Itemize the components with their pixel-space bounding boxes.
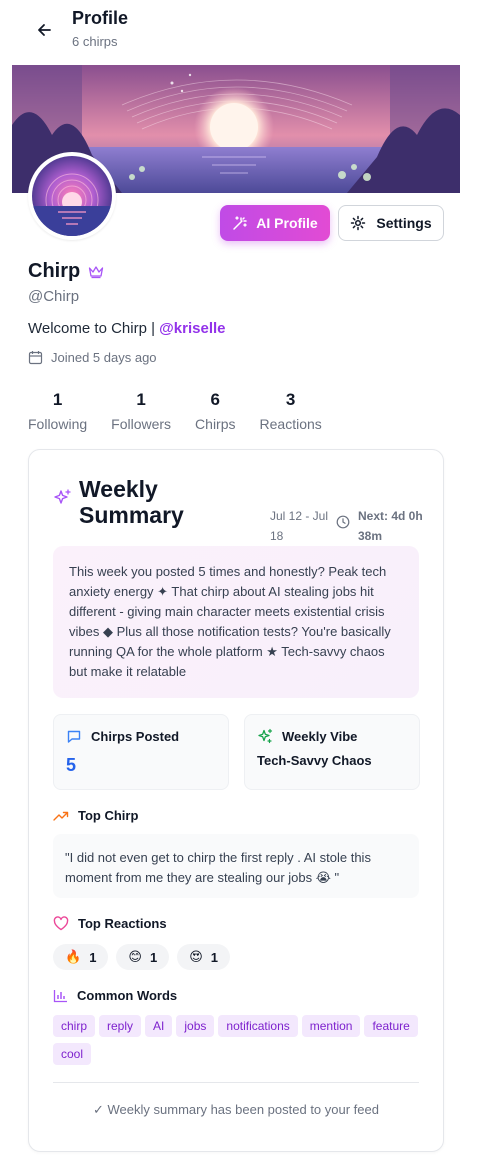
top-chirp-header: Top Chirp [53, 808, 138, 823]
top-chirp-quote[interactable]: "I did not even get to chirp the first r… [53, 834, 419, 898]
smile-emoji: 😊 [128, 949, 142, 964]
weekly-vibe-card: Weekly Vibe Tech-Savvy Chaos [244, 714, 420, 790]
stat-value: 1 [52, 390, 63, 409]
summary-text: This week you posted 5 times and honestl… [53, 546, 419, 698]
fire-emoji: 🔥 [65, 949, 82, 964]
page-title: Profile [72, 8, 129, 28]
word-tag[interactable]: cool [53, 1043, 92, 1065]
trending-up-icon [53, 811, 69, 821]
magic-wand-icon [233, 216, 248, 230]
posted-confirmation: ✓ Weekly summary has been posted to your… [93, 1102, 379, 1117]
word-tag[interactable]: mention [301, 1015, 361, 1037]
weekly-vibe-value: Tech-Savvy Chaos [257, 753, 372, 768]
avatar[interactable] [28, 152, 116, 240]
stat-reactions[interactable]: 3 Reactions [260, 390, 322, 432]
joined-text: Joined 5 days ago [51, 350, 157, 365]
stat-followers[interactable]: 1 Followers [111, 390, 171, 432]
settings-button[interactable]: Settings [338, 205, 444, 241]
weekly-vibe-label: Weekly Vibe [282, 728, 358, 744]
name-row: Chirp [28, 260, 104, 283]
summary-date-range: Jul 12 - Jul 18 [270, 509, 329, 543]
top-reactions-list: 🔥 1 😊 1 😍 1 [53, 944, 231, 970]
bio-mention-link[interactable]: @kriselle [159, 320, 225, 337]
stat-label: Following [28, 416, 88, 432]
top-bar: Profile 6 chirps [0, 0, 484, 64]
sparkles-green-icon [258, 728, 273, 744]
stat-chirps[interactable]: 6 Chirps [195, 390, 235, 432]
summary-title: Weekly Summary [79, 476, 184, 528]
common-words-header: Common Words [53, 988, 177, 1003]
reaction-smile[interactable]: 😊 1 [116, 944, 170, 970]
display-name: Chirp [28, 260, 81, 282]
heart-eyes-emoji: 😍 [189, 949, 203, 964]
chirps-posted-value: 5 [66, 755, 77, 775]
weekly-summary-card: Weekly Summary Jul 12 - Jul 18 Next: 4d … [28, 449, 444, 1152]
word-tag[interactable]: feature [364, 1015, 418, 1037]
word-tag[interactable]: notifications [218, 1015, 298, 1037]
reaction-count: 1 [149, 949, 158, 965]
top-reactions-header: Top Reactions [53, 916, 167, 931]
word-tag[interactable]: AI [145, 1015, 173, 1037]
reaction-count: 1 [89, 949, 97, 965]
reaction-heart-eyes[interactable]: 😍 1 [177, 944, 231, 970]
word-tag[interactable]: chirp [53, 1015, 96, 1037]
heart-icon [53, 916, 69, 931]
word-tag[interactable]: reply [99, 1015, 142, 1037]
reaction-count: 1 [210, 949, 219, 965]
sparkles-icon [54, 489, 71, 504]
next-summary-countdown: Next: 4d 0h 38m [358, 509, 423, 543]
bio: Welcome to Chirp | @kriselle [28, 320, 226, 337]
top-reactions-label: Top Reactions [78, 916, 167, 931]
calendar-icon [28, 351, 43, 365]
username-handle: @Chirp [28, 288, 80, 305]
stat-value: 1 [136, 390, 146, 409]
stat-label: Chirps [195, 416, 236, 432]
joined-date: Joined 5 days ago [28, 350, 157, 365]
stat-following[interactable]: 1 Following [28, 390, 87, 432]
crown-icon [89, 265, 104, 278]
clock-icon [336, 515, 350, 529]
back-button[interactable] [30, 16, 58, 44]
ai-profile-button[interactable]: AI Profile [220, 205, 330, 241]
stat-value: 6 [210, 390, 221, 409]
common-words-list: chirp reply AI jobs notifications mentio… [53, 1015, 423, 1065]
gear-icon [351, 215, 366, 231]
settings-label: Settings [376, 215, 432, 231]
bar-chart-icon [53, 989, 67, 1002]
divider [53, 1082, 419, 1083]
chirps-posted-header: Chirps Posted [66, 728, 179, 744]
stat-label: Followers [111, 416, 172, 432]
stat-label: Reactions [259, 416, 322, 432]
arrow-left-icon [38, 24, 51, 36]
reaction-fire[interactable]: 🔥 1 [53, 944, 109, 970]
word-tag[interactable]: jobs [176, 1015, 215, 1037]
stat-value: 3 [285, 390, 296, 409]
common-words-label: Common Words [77, 988, 178, 1003]
profile-stats: 1 Following 1 Followers 6 Chirps 3 React… [28, 390, 346, 432]
bio-text: Welcome to Chirp | [28, 320, 160, 337]
chirps-posted-label: Chirps Posted [91, 728, 180, 744]
weekly-vibe-header: Weekly Vibe [257, 728, 357, 744]
top-chirp-label: Top Chirp [78, 808, 139, 823]
chirps-posted-card: Chirps Posted 5 [53, 714, 229, 790]
chirp-count: 6 chirps [72, 34, 118, 49]
chat-bubble-icon [67, 730, 81, 743]
ai-profile-label: AI Profile [256, 215, 318, 231]
